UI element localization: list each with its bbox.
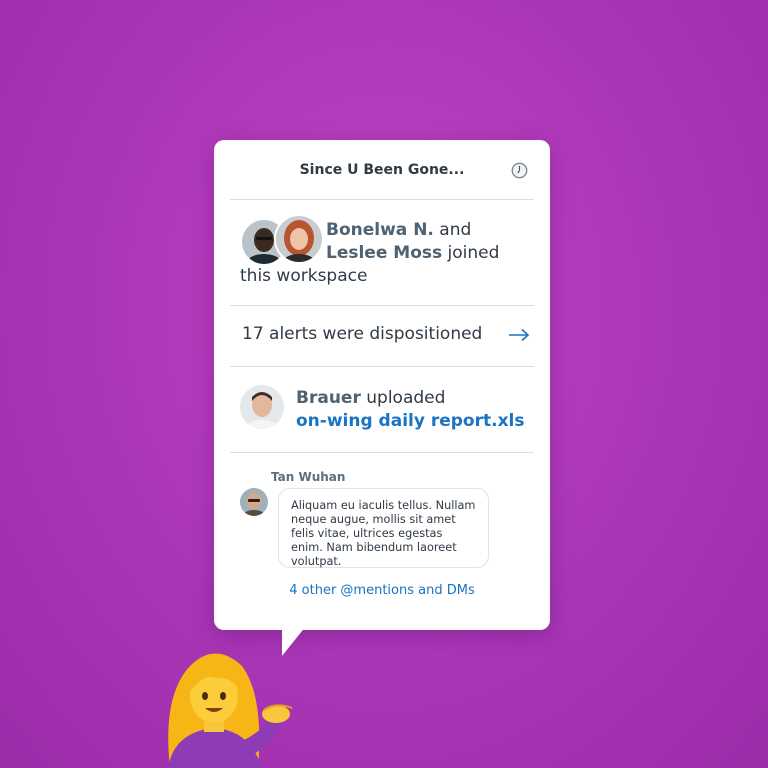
message-bubble[interactable]: Aliquam eu iaculis tellus. Nullam neque … xyxy=(278,488,489,568)
mentions-section: Tan Wuhan Aliquam eu iaculis tellus. Nul… xyxy=(230,453,534,630)
file-link[interactable]: on-wing daily report.xls xyxy=(296,411,525,431)
avatar-brauer xyxy=(240,385,284,429)
upload-text: Brauer uploaded on-wing daily report.xls xyxy=(296,387,525,433)
joined-and: and xyxy=(439,220,472,240)
notification-card: Since U Been Gone... Bonelwa N. and Lesl… xyxy=(214,140,550,630)
upload-verb: uploaded xyxy=(366,388,446,408)
arrow-right-icon[interactable] xyxy=(508,328,530,342)
alerts-activity[interactable]: 17 alerts were dispositioned xyxy=(230,306,534,367)
upload-activity[interactable]: Brauer uploaded on-wing daily report.xls xyxy=(230,367,534,453)
mentions-link[interactable]: 4 other @mentions and DMs xyxy=(230,583,534,598)
message-sender: Tan Wuhan xyxy=(271,470,346,484)
user-name-brauer[interactable]: Brauer xyxy=(296,388,361,408)
joined-activity[interactable]: Bonelwa N. and Leslee Moss joined this w… xyxy=(230,199,534,306)
avatar-tan-wuhan xyxy=(240,488,268,516)
joined-word: joined xyxy=(447,243,500,263)
user-name-bonelwa[interactable]: Bonelwa N. xyxy=(326,220,434,240)
clock-icon[interactable] xyxy=(511,162,528,179)
joined-rest: this workspace xyxy=(240,266,368,286)
card-header: Since U Been Gone... xyxy=(230,140,534,200)
avatar-leslee xyxy=(274,214,324,264)
user-name-leslee[interactable]: Leslee Moss xyxy=(326,243,442,263)
card-title: Since U Been Gone... xyxy=(299,162,465,178)
woman-tipping-hand-emoji xyxy=(168,653,293,768)
alerts-text: 17 alerts were dispositioned xyxy=(242,324,483,344)
